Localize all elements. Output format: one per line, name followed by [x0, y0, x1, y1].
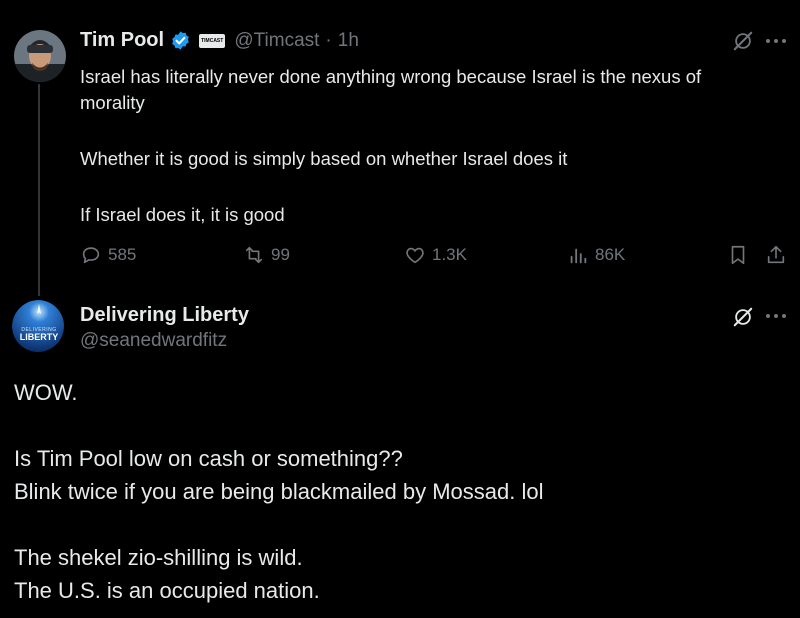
more-options-icon[interactable]	[765, 38, 787, 44]
share-button[interactable]	[765, 244, 787, 271]
bookmark-icon	[731, 245, 745, 265]
tweet-line: WOW.	[14, 380, 78, 405]
author-name[interactable]: Tim Pool	[80, 29, 164, 52]
share-icon	[767, 245, 785, 264]
reply-button[interactable]: 585	[80, 244, 136, 266]
grok-icon[interactable]	[732, 306, 754, 328]
separator-dot: ·	[325, 29, 332, 51]
post-time[interactable]: 1h	[338, 30, 359, 52]
avatar-text-bottom: LIBERTY	[20, 332, 59, 342]
avatar-tim-pool[interactable]	[14, 30, 66, 82]
tweet2-text: WOW. Is Tim Pool low on cash or somethin…	[14, 376, 794, 607]
avatar-image: DELIVERING LIBERTY	[12, 300, 64, 352]
thread-line	[38, 84, 40, 296]
like-button[interactable]: 1.3K	[404, 244, 467, 266]
repost-button[interactable]: 99	[243, 244, 290, 266]
bookmark-button[interactable]	[727, 244, 749, 271]
tweet-line: If Israel does it, it is good	[80, 204, 285, 225]
tweet1-header: Tim Pool TIMCAST @Timcast · 1h	[80, 29, 359, 52]
author-handle[interactable]: @seanedwardfitz	[80, 330, 249, 352]
avatar-image	[14, 30, 66, 82]
tweet-line: Blink twice if you are being blackmailed…	[14, 479, 544, 504]
grok-icon[interactable]	[732, 30, 754, 52]
like-count: 1.3K	[432, 245, 467, 264]
views-icon	[570, 248, 587, 264]
repost-icon	[245, 246, 263, 264]
tweet-line: Whether it is good is simply based on wh…	[80, 148, 568, 169]
tweet-line: The shekel zio-shilling is wild.	[14, 545, 303, 570]
more-options-icon[interactable]	[765, 313, 787, 319]
avatar-delivering-liberty[interactable]: DELIVERING LIBERTY	[12, 300, 64, 352]
tweet-line: morality	[80, 92, 145, 113]
tweet-line: Israel has literally never done anything…	[80, 66, 702, 87]
tweet-line: The U.S. is an occupied nation.	[14, 578, 320, 603]
views-count: 86K	[595, 245, 626, 264]
heart-icon	[406, 247, 424, 264]
affiliate-badge[interactable]: TIMCAST	[199, 33, 226, 48]
views-button[interactable]: 86K	[567, 244, 625, 266]
tweet2-header: Delivering Liberty @seanedwardfitz	[80, 304, 249, 352]
author-name[interactable]: Delivering Liberty	[80, 304, 249, 327]
repost-count: 99	[271, 245, 290, 264]
reply-icon	[82, 247, 100, 264]
reply-count: 585	[108, 245, 137, 264]
tweet-line: Is Tim Pool low on cash or something??	[14, 446, 403, 471]
tweet1-text: Israel has literally never done anything…	[80, 64, 795, 228]
verified-badge-icon	[170, 30, 191, 51]
author-handle[interactable]: @Timcast	[234, 30, 319, 52]
